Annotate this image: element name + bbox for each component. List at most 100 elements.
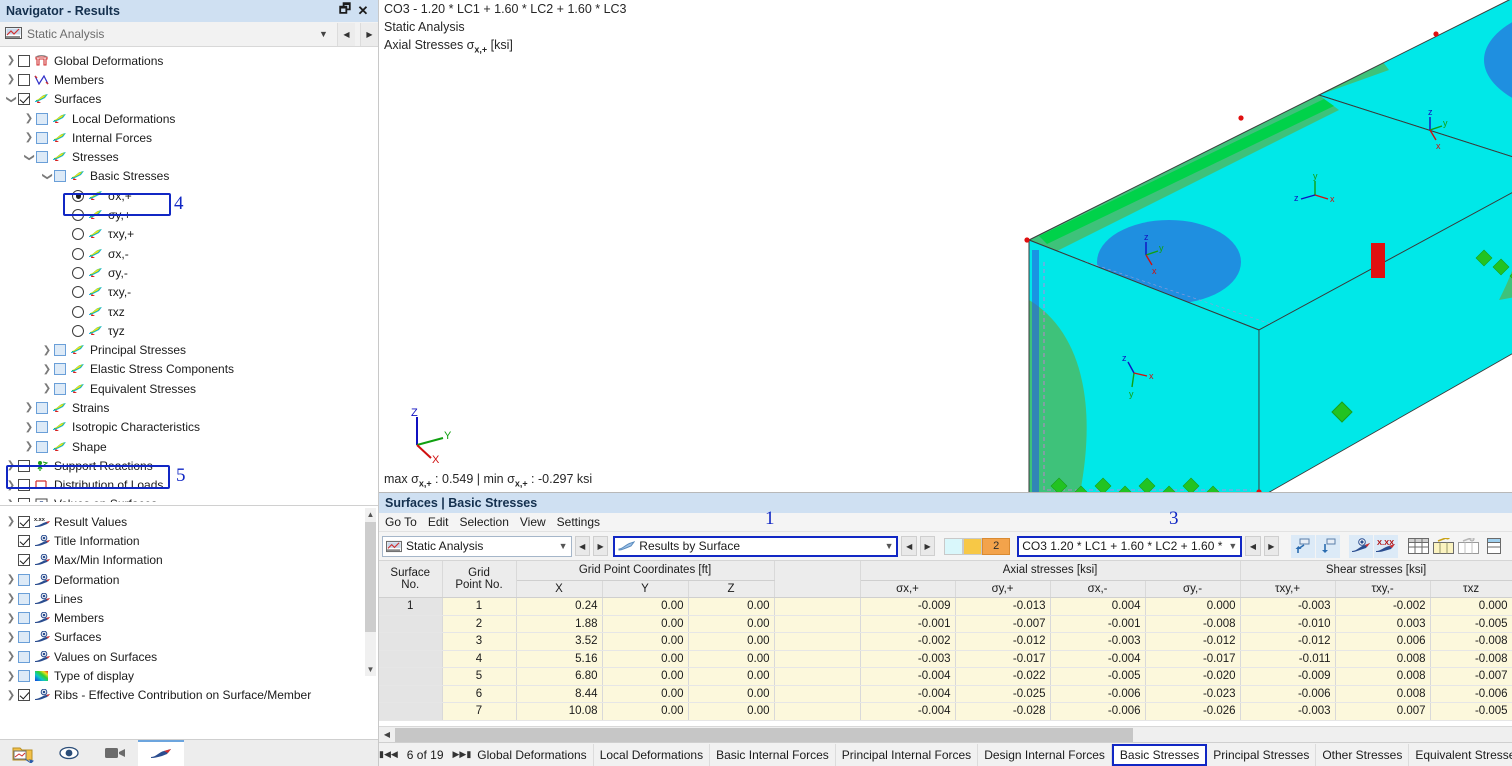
tree-item-xz[interactable]: τxz [0, 302, 378, 321]
chevron-down-icon[interactable]: ❯ [42, 169, 53, 183]
tree-item-support-reactions[interactable]: ❯ Support Reactions [0, 456, 378, 475]
cell-syp[interactable]: -0.022 [955, 667, 1051, 686]
cell-x[interactable]: 0.24 [516, 597, 603, 616]
checkbox-max-min-information[interactable] [18, 554, 30, 567]
checkbox-type-of-display[interactable] [18, 670, 30, 683]
cell-surface-no[interactable] [379, 632, 443, 651]
tree-item-members[interactable]: ❯ Members [0, 608, 378, 627]
cell-sxp[interactable]: -0.004 [860, 667, 956, 686]
analysis-prev-button[interactable]: ◀ [574, 536, 590, 556]
table-plain-icon[interactable] [1457, 535, 1481, 558]
scroll-down-icon[interactable]: ▼ [365, 663, 376, 676]
prev-page-icon[interactable]: ◀ [391, 749, 398, 760]
chevron-right-icon[interactable]: ❯ [22, 441, 36, 452]
cell-syp[interactable]: -0.028 [955, 702, 1051, 721]
table-row[interactable]: 1 1 0.24 0.00 0.00 -0.009 -0.013 0.004 0.000 -0.0… [379, 597, 1512, 616]
checkbox-title-information[interactable] [18, 534, 30, 547]
checkbox-ribs-effective-contribution-on-surface-member[interactable] [18, 689, 30, 702]
cell-sxm[interactable]: -0.006 [1050, 702, 1146, 721]
results-data-grid[interactable]: Surface No. Grid Point No. Grid Point Co… [379, 561, 1512, 726]
cell-surface-no[interactable] [379, 615, 443, 633]
first-page-icon[interactable]: ▮◀ [379, 749, 391, 760]
cell-txym[interactable]: 0.008 [1335, 650, 1431, 668]
checkbox-stresses[interactable] [36, 151, 48, 164]
cell-sym[interactable]: -0.008 [1145, 615, 1241, 633]
cell-z[interactable]: 0.00 [688, 650, 775, 668]
col-sigma-y-minus[interactable]: σy,- [1145, 580, 1241, 598]
tab-basic-stresses[interactable]: Basic Stresses [1111, 743, 1208, 766]
checkbox-support-reactions[interactable] [18, 459, 30, 472]
results-by-surface-combo[interactable]: Results by Surface ▼ [613, 535, 899, 557]
checkbox-equivalent-stresses[interactable] [54, 382, 66, 395]
menu-edit[interactable]: Edit [428, 515, 449, 529]
chevron-down-icon[interactable]: ❯ [6, 92, 17, 106]
tree-item-values-on-surfaces[interactable]: ❯ Values on Surfaces [0, 647, 378, 666]
decimal-places-icon[interactable]: X.XX [1373, 534, 1398, 558]
menu-go-to[interactable]: Go To [385, 515, 417, 529]
chevron-right-icon[interactable]: ❯ [40, 364, 54, 375]
tree-item-basic-stresses[interactable]: ❯ Basic Stresses [0, 167, 378, 186]
checkbox-principal-stresses[interactable] [54, 344, 66, 357]
cell-sym[interactable]: -0.017 [1145, 650, 1241, 668]
cell-z[interactable]: 0.00 [688, 597, 775, 616]
tree-item-lines[interactable]: ❯ Lines [0, 589, 378, 608]
tree-item-surfaces[interactable]: ❯ Surfaces [0, 628, 378, 647]
scroll-track[interactable] [395, 727, 1512, 742]
cell-txyp[interactable]: -0.006 [1240, 685, 1336, 703]
tree-item-result-values[interactable]: ❯ x.xx Result Values [0, 512, 378, 531]
cell-point[interactable]: 3 [442, 632, 517, 651]
tab-design-internal-forces[interactable]: Design Internal Forces [978, 743, 1112, 766]
grid-body[interactable]: 1 1 0.24 0.00 0.00 -0.009 -0.013 0.004 0.000 -0.0… [379, 597, 1512, 721]
checkbox-deformation[interactable] [18, 573, 30, 586]
cell-surface-no[interactable]: 1 [379, 597, 443, 616]
radio-τxz[interactable] [72, 305, 84, 318]
cell-txyp[interactable]: -0.011 [1240, 650, 1336, 668]
cell-sxp[interactable]: -0.009 [860, 597, 956, 616]
cell-sxm[interactable]: 0.004 [1050, 597, 1146, 616]
tree-item-y[interactable]: σy,- [0, 263, 378, 282]
redo-arrow-icon[interactable] [1315, 534, 1340, 558]
radio-τxy,+[interactable] [72, 228, 84, 241]
cell-sym[interactable]: -0.023 [1145, 685, 1241, 703]
checkbox-values-on-surfaces[interactable] [18, 650, 30, 663]
radio-τyz[interactable] [72, 324, 84, 337]
checkbox-elastic-stress-components[interactable] [54, 363, 66, 376]
col-surface-no[interactable]: Surface No. [379, 561, 443, 598]
checkbox-lines[interactable] [18, 592, 30, 605]
chevron-down-icon[interactable]: ▼ [1228, 541, 1237, 551]
cell-y[interactable]: 0.00 [602, 650, 689, 668]
chevron-right-icon[interactable]: ❯ [4, 593, 18, 604]
cell-syp[interactable]: -0.013 [955, 597, 1051, 616]
col-y[interactable]: Y [602, 580, 689, 598]
chevron-right-icon[interactable]: ❯ [4, 516, 18, 527]
tab-global-deformations[interactable]: Global Deformations [471, 743, 594, 766]
tree-item-type-of-display[interactable]: ❯ Type of display [0, 666, 378, 685]
chevron-right-icon[interactable]: ❯ [22, 402, 36, 413]
tab-principal-stresses[interactable]: Principal Stresses [1207, 743, 1317, 766]
radio-σy,+[interactable] [72, 209, 84, 222]
scroll-thumb[interactable] [365, 522, 376, 632]
chevron-right-icon[interactable]: ❯ [22, 422, 36, 433]
checkbox-members[interactable] [18, 73, 30, 86]
project-navigator-icon[interactable] [0, 740, 46, 766]
close-icon[interactable]: ✕ [354, 3, 372, 19]
cell-sxp[interactable]: -0.002 [860, 632, 956, 651]
cell-x[interactable]: 3.52 [516, 632, 603, 651]
cell-txym[interactable]: 0.008 [1335, 667, 1431, 686]
chevron-down-icon[interactable]: ▼ [315, 23, 332, 46]
tab-principal-internal-forces[interactable]: Principal Internal Forces [836, 743, 979, 766]
chevron-right-icon[interactable]: ❯ [4, 671, 18, 682]
results-next-button[interactable]: ▶ [919, 536, 936, 556]
checkbox-result-values[interactable] [18, 515, 30, 528]
load-case-combo[interactable]: CO3 1.20 * LC1 + 1.60 * LC2 + 1.60 * ...… [1017, 535, 1243, 557]
table-side-icon[interactable] [1482, 535, 1506, 558]
table-row[interactable]: 7 10.08 0.00 0.00 -0.004 -0.028 -0.006 -0.026 -0… [379, 702, 1512, 721]
menu-settings[interactable]: Settings [557, 515, 600, 529]
chevron-right-icon[interactable]: ❯ [4, 632, 18, 643]
last-page-icon[interactable]: ▶▮ [459, 749, 471, 760]
results-prev-button[interactable]: ◀ [901, 536, 917, 556]
cell-sym[interactable]: -0.026 [1145, 702, 1241, 721]
tree-item-xy[interactable]: τxy,- [0, 283, 378, 302]
cell-sxm[interactable]: -0.003 [1050, 632, 1146, 651]
tree-item-global-deformations[interactable]: ❯ Global Deformations [0, 51, 378, 70]
